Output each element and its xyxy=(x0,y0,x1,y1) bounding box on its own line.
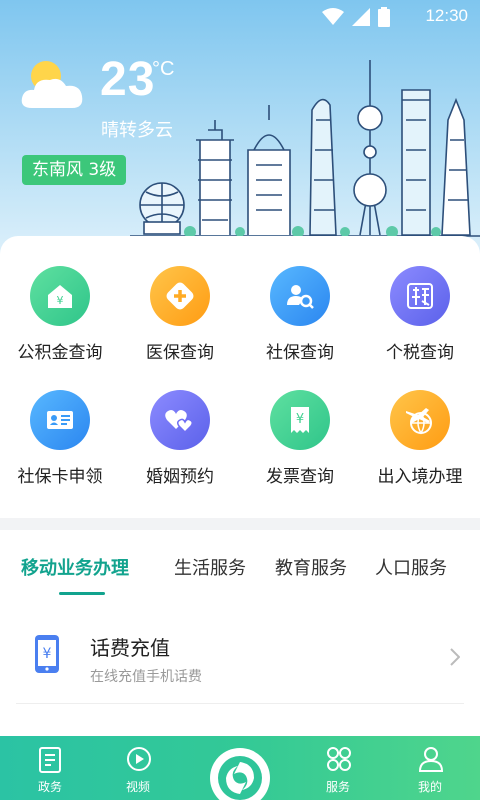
service-exit-entry[interactable]: 出入境办理 xyxy=(360,390,480,510)
service-list: ¥ 话费充值 在线充值手机话费 xyxy=(0,600,480,736)
service-medical-insurance[interactable]: 医保查询 xyxy=(120,266,240,386)
battery-icon xyxy=(378,7,390,27)
tab-education-service[interactable]: 教育服务 xyxy=(275,554,347,580)
social-security-search-icon xyxy=(270,266,330,326)
service-tax[interactable]: 个税查询 xyxy=(360,266,480,386)
housing-fund-icon: ¥ xyxy=(30,266,90,326)
weather-header: 12:30 23 °C 晴转多云 东南风 3级 xyxy=(0,0,480,262)
id-card-icon xyxy=(30,390,90,450)
nav-video[interactable]: 视频 xyxy=(98,736,178,800)
list-item-title: 话费充值 xyxy=(90,636,170,660)
list-item-phone-recharge[interactable]: ¥ 话费充值 在线充值手机话费 xyxy=(16,608,464,704)
service-label: 社保查询 xyxy=(266,343,334,363)
service-social-security[interactable]: 社保查询 xyxy=(240,266,360,386)
service-tabs: 移动业务办理 生活服务 教育服务 人口服务 xyxy=(0,530,480,600)
status-time: 12:30 xyxy=(425,6,468,25)
service-housing-fund[interactable]: ¥ 公积金查询 xyxy=(0,266,120,386)
invoice-icon: ¥ xyxy=(270,390,330,450)
service-label: 医保查询 xyxy=(146,343,214,363)
tab-mobile-business[interactable]: 移动业务办理 xyxy=(21,554,129,580)
svg-text:¥: ¥ xyxy=(296,412,304,427)
city-skyline-illustration xyxy=(130,60,480,238)
nav-home-center-button[interactable] xyxy=(210,748,270,800)
service-label: 个税查询 xyxy=(386,343,454,363)
user-icon xyxy=(418,747,444,772)
medical-insurance-icon xyxy=(150,266,210,326)
home-logo-icon xyxy=(218,756,262,800)
service-marriage[interactable]: 婚姻预约 xyxy=(120,390,240,510)
service-label: 婚姻预约 xyxy=(146,467,214,487)
service-social-card[interactable]: 社保卡申领 xyxy=(0,390,120,510)
nav-service[interactable]: 服务 xyxy=(298,736,378,800)
svg-text:¥: ¥ xyxy=(43,646,52,662)
plane-globe-icon xyxy=(390,390,450,450)
nav-label: 视频 xyxy=(125,780,150,794)
partly-cloudy-icon xyxy=(21,61,83,108)
chevron-right-icon xyxy=(450,648,460,666)
list-item-subtitle: 在线充值手机话费 xyxy=(90,669,202,685)
wind-badge: 东南风 3级 xyxy=(22,155,127,185)
service-label: 出入境办理 xyxy=(377,467,463,487)
nav-mine[interactable]: 我的 xyxy=(390,736,470,800)
service-label: 社保卡申领 xyxy=(17,467,103,487)
active-tab-indicator xyxy=(59,592,105,595)
nav-label: 政务 xyxy=(37,780,62,794)
tab-life-service[interactable]: 生活服务 xyxy=(174,554,246,580)
service-invoice[interactable]: ¥ 发票查询 xyxy=(240,390,360,510)
nav-government[interactable]: 政务 xyxy=(10,736,90,800)
wifi-icon xyxy=(322,8,344,25)
document-icon xyxy=(39,747,61,773)
phone-yuan-icon: ¥ xyxy=(35,635,59,673)
nav-label: 服务 xyxy=(325,780,350,794)
tab-population-service[interactable]: 人口服务 xyxy=(375,554,447,580)
service-label: 公积金查询 xyxy=(17,343,103,363)
signal-icon xyxy=(352,8,370,26)
hearts-icon xyxy=(150,390,210,450)
svg-text:¥: ¥ xyxy=(57,294,64,307)
grid-service-icon xyxy=(327,747,351,771)
service-label: 发票查询 xyxy=(266,467,334,487)
play-icon xyxy=(127,747,151,771)
tax-icon xyxy=(390,266,450,326)
service-grid: ¥ 公积金查询 医保查询 社保查询 个税查询 社保卡申领 婚姻预约 ¥ 发票查询… xyxy=(0,236,480,518)
status-bar: 12:30 xyxy=(0,0,480,34)
nav-label: 我的 xyxy=(417,780,442,794)
